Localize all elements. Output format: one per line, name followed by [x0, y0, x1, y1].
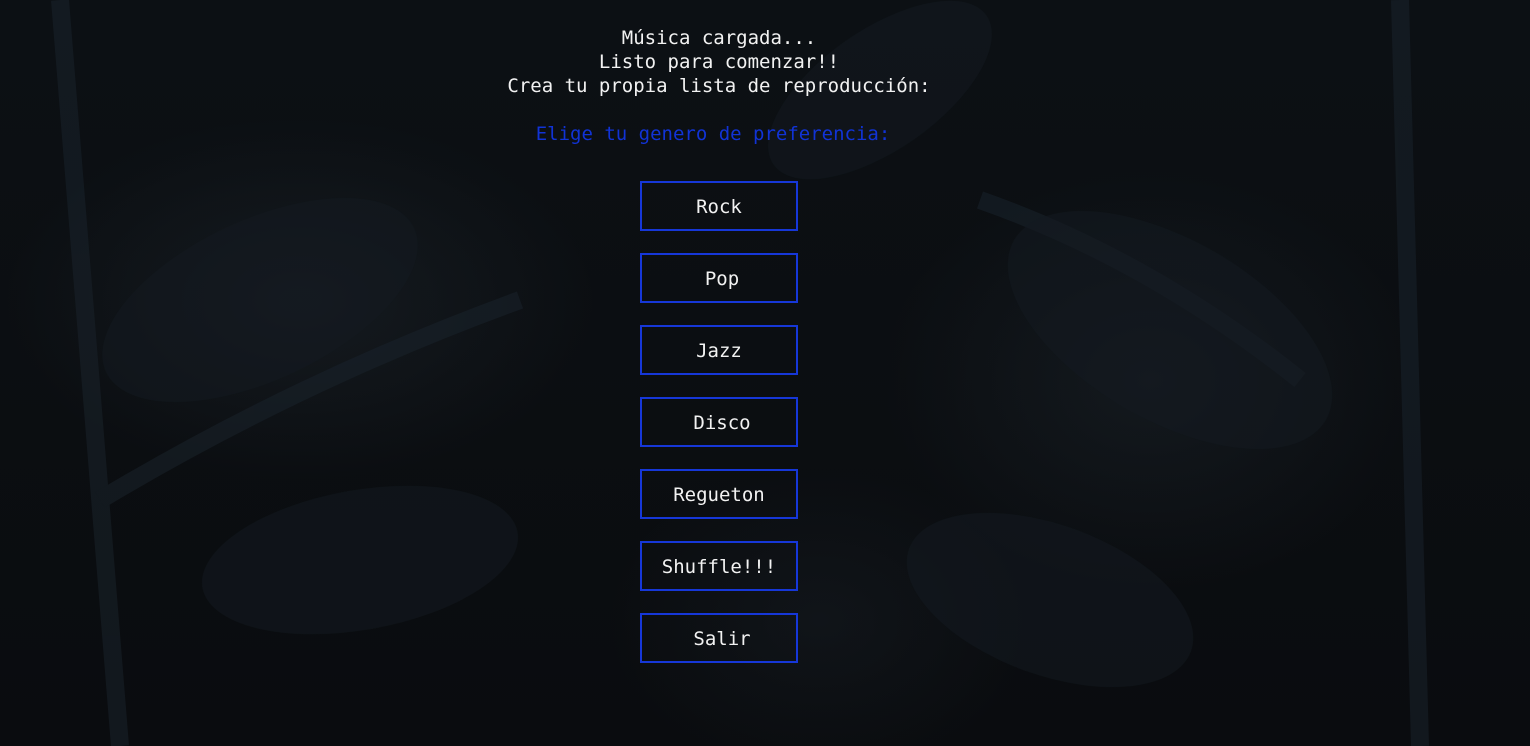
ready-message: Listo para comenzar!!	[598, 51, 840, 73]
shuffle-button[interactable]: Shuffle!!!	[640, 541, 798, 591]
intro-message: Música cargada... Listo para comenzar!! …	[0, 26, 1438, 98]
genre-prompt: Elige tu genero de preferencia:	[535, 123, 891, 145]
regueton-button[interactable]: Regueton	[640, 469, 798, 519]
disco-button[interactable]: Disco	[640, 397, 798, 447]
exit-button[interactable]: Salir	[640, 613, 798, 663]
main-menu-screen: Música cargada... Listo para comenzar!! …	[0, 0, 1530, 746]
create-playlist-message: Crea tu propia lista de reproducción:	[507, 75, 931, 97]
rock-button[interactable]: Rock	[640, 181, 798, 231]
jazz-button[interactable]: Jazz	[640, 325, 798, 375]
loaded-message: Música cargada...	[621, 27, 817, 49]
pop-button[interactable]: Pop	[640, 253, 798, 303]
genre-menu: Rock Pop Jazz Disco Regueton Shuffle!!! …	[640, 181, 798, 685]
